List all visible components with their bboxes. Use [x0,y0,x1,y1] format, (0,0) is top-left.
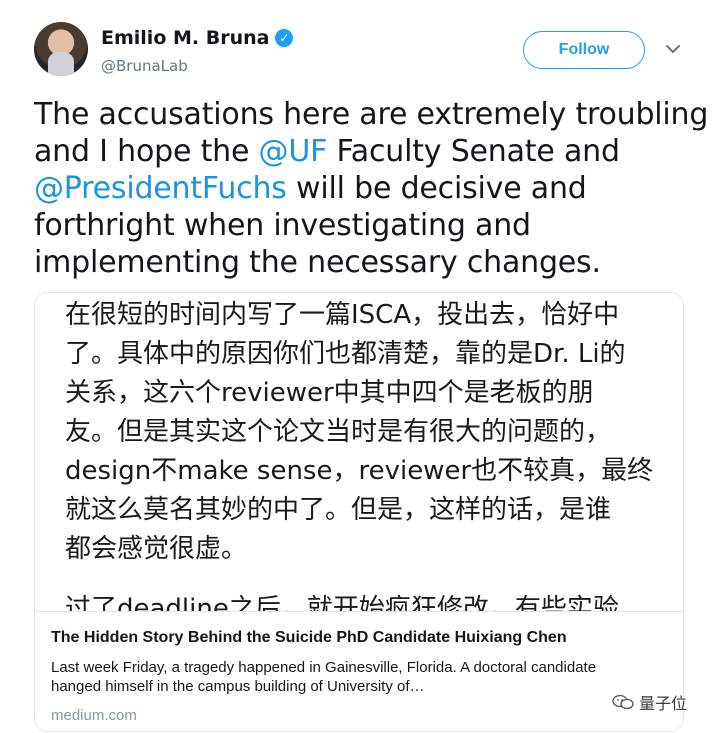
tweet-line: The accusations here are extremely troub… [34,97,709,132]
author-name[interactable]: Emilio M. Bruna [101,27,269,49]
author-handle[interactable]: @BrunaLab [101,57,188,75]
image-text-line: 都会感觉很虚。 [65,534,248,564]
link-card[interactable]: 在很短的时间内写了一篇ISCA，投出去，恰好中 了。具体中的原因你们也都清楚，靠… [34,292,684,732]
image-text-line: 友。但是其实这个论文当时是有很大的问题的， [65,417,612,447]
wechat-logo-icon [612,694,634,710]
verified-badge-icon: ✓ [275,29,294,47]
author-row[interactable]: Emilio M. Bruna ✓ [101,27,294,49]
tweet-text: The accusations here are extremely troub… [34,96,709,281]
tweet-line: and I hope the @UF Faculty Senate and [34,134,620,169]
card-description-line: Last week Friday, a tragedy happened in … [51,659,597,676]
image-text-line: 关系，这六个reviewer中其中四个是老板的朋 [65,378,594,408]
tweet-line: forthright when investigating and [34,208,531,243]
tweet-line: implementing the necessary changes. [34,245,601,280]
image-text-line: 过了deadline之后，就开始疯狂修改，有些实验 [65,594,619,612]
mention-presidentfuchs[interactable]: @PresidentFuchs [34,171,287,206]
watermark: 量子位 [612,690,687,714]
chevron-down-icon[interactable] [664,40,682,58]
tweet-line: @PresidentFuchs will be decisive and [34,171,587,206]
tweet-header: Emilio M. Bruna ✓ @BrunaLab Follow [0,0,720,95]
follow-button[interactable]: Follow [523,31,645,69]
image-text-line: 在很短的时间内写了一篇ISCA，投出去，恰好中 [65,300,620,330]
card-domain[interactable]: medium.com [51,707,671,724]
card-body[interactable]: The Hidden Story Behind the Suicide PhD … [51,629,671,724]
mention-uf[interactable]: @UF [259,134,328,169]
image-text-line: 就这么莫名其妙的中了。但是，这样的话，是谁 [65,495,612,525]
watermark-text: 量子位 [639,694,688,713]
card-image[interactable]: 在很短的时间内写了一篇ISCA，投出去，恰好中 了。具体中的原因你们也都清楚，靠… [35,293,683,612]
card-description: Last week Friday, a tragedy happened in … [51,658,671,696]
avatar[interactable] [34,22,88,76]
card-title[interactable]: The Hidden Story Behind the Suicide PhD … [51,629,671,647]
image-text-line: design不make sense，reviewer也不较真，最终 [65,456,654,486]
image-text-line: 了。具体中的原因你们也都清楚，靠的是Dr. Li的 [65,339,626,369]
card-description-line: hanged himself in the campus building of… [51,678,425,695]
